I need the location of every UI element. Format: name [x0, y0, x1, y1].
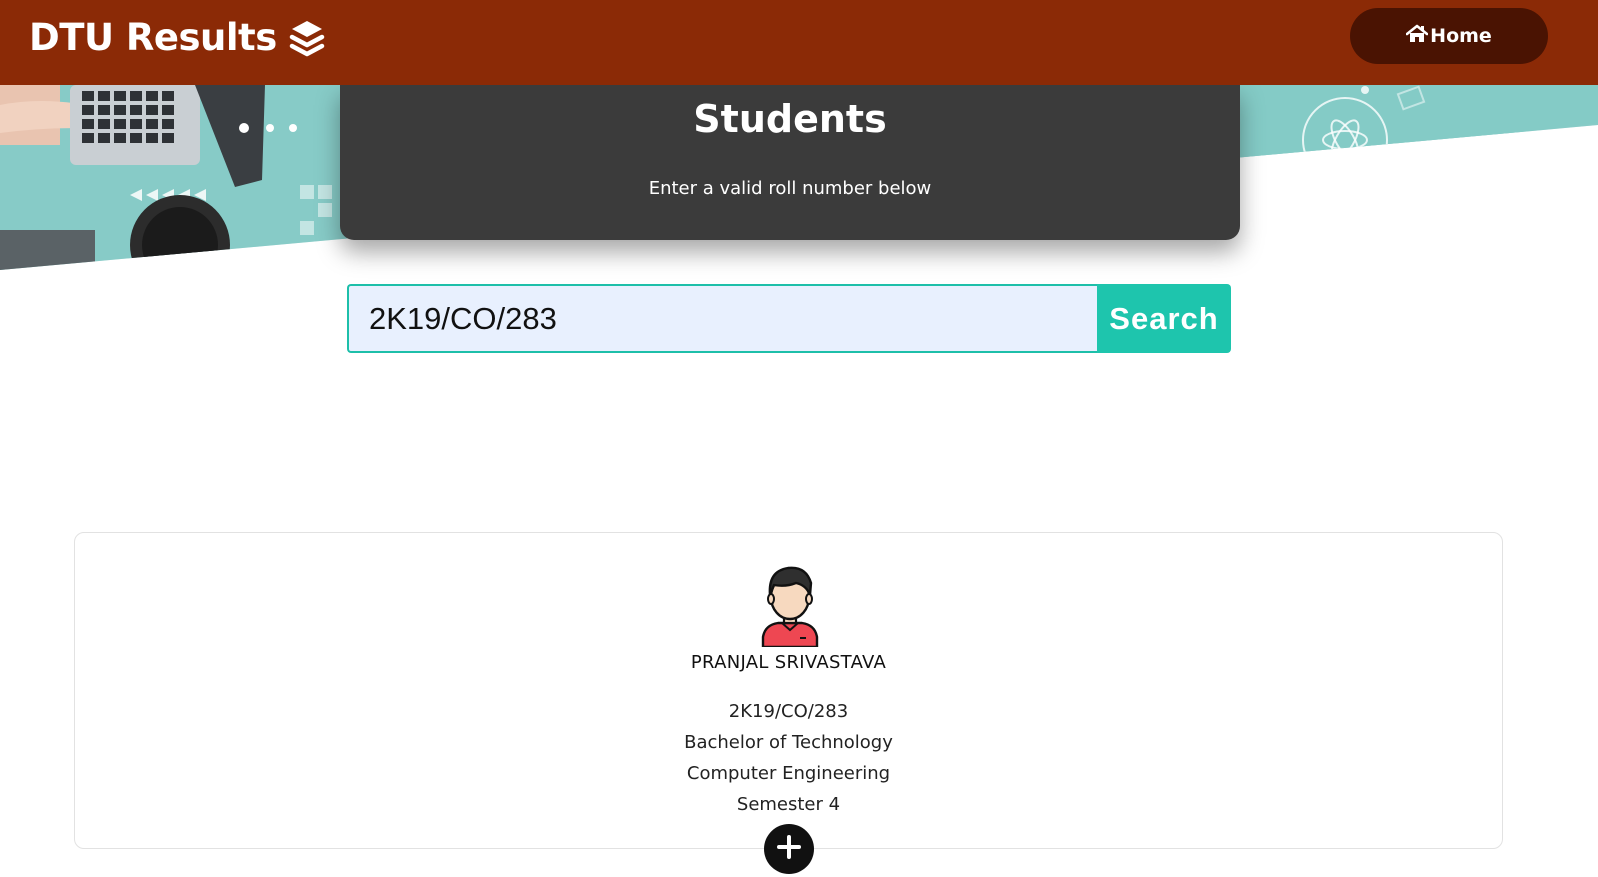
search-bar: Search [347, 284, 1231, 353]
navbar: DTU Results Home [0, 0, 1598, 85]
layers-icon [289, 18, 325, 58]
home-label: Home [1430, 25, 1492, 47]
semester: Semester 4 [736, 794, 841, 815]
home-button[interactable]: Home [1350, 8, 1548, 64]
search-button[interactable]: Search [1097, 284, 1231, 353]
page-subtitle: Enter a valid roll number below [648, 178, 932, 199]
brand[interactable]: DTU Results [29, 16, 325, 60]
page-title: Students [693, 97, 887, 141]
roll-number-input[interactable] [347, 284, 1097, 353]
students-banner: Students Enter a valid roll number below [340, 85, 1240, 240]
student-avatar-icon [760, 563, 820, 649]
student-name: PRANJAL SRIVASTAVA [690, 652, 887, 673]
home-icon [1405, 24, 1430, 48]
expand-button[interactable] [764, 824, 814, 874]
roll-number: 2K19/CO/283 [728, 701, 849, 722]
brand-title: DTU Results [29, 16, 277, 59]
branch: Computer Engineering [686, 763, 891, 784]
plus-icon [777, 835, 801, 863]
degree: Bachelor of Technology [684, 732, 893, 753]
student-details: 2K19/CO/283 Bachelor of Technology Compu… [74, 696, 1503, 820]
